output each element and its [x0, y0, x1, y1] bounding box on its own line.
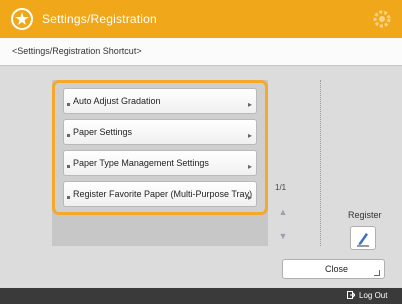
list-item-register-favorite-paper[interactable]: Register Favorite Paper (Multi-Purpose T…: [63, 181, 257, 207]
chevron-right-icon: ▸: [247, 193, 252, 202]
bullet-icon: [67, 134, 70, 137]
register-button[interactable]: [350, 226, 376, 250]
settings-registration-icon: [11, 8, 33, 30]
logout-icon: [347, 291, 355, 299]
list-item-label: Paper Type Management Settings: [73, 158, 209, 168]
status-bar: Log Out: [0, 288, 402, 304]
chevron-right-icon: ▸: [247, 162, 252, 171]
breadcrumb-bar: <Settings/Registration Shortcut>: [0, 38, 402, 66]
title-bar: Settings/Registration: [0, 0, 402, 38]
register-label: Register: [348, 210, 382, 220]
scroll-up-button[interactable]: ▲: [276, 204, 290, 220]
close-label: Close: [325, 264, 349, 274]
gear-icon[interactable]: [371, 8, 393, 30]
page-title: Settings/Registration: [42, 12, 157, 26]
scroll-down-button[interactable]: ▼: [276, 228, 290, 244]
corner-icon: [374, 270, 380, 276]
divider: [320, 80, 321, 246]
list-item-paper-settings[interactable]: Paper Settings ▸: [63, 119, 257, 145]
close-button[interactable]: Close: [282, 259, 385, 279]
breadcrumb: <Settings/Registration Shortcut>: [12, 46, 142, 56]
list-item-label: Auto Adjust Gradation: [73, 96, 161, 106]
logout-label: Log Out: [359, 291, 388, 300]
chevron-right-icon: ▸: [247, 131, 252, 140]
bullet-icon: [67, 196, 70, 199]
bullet-icon: [67, 103, 70, 106]
bullet-icon: [67, 165, 70, 168]
list-item-paper-type-management[interactable]: Paper Type Management Settings ▸: [63, 150, 257, 176]
pencil-icon: [357, 233, 369, 247]
list-item-auto-adjust-gradation[interactable]: Auto Adjust Gradation ▸: [63, 88, 257, 114]
list-item-label: Paper Settings: [73, 127, 133, 137]
page-indicator: 1/1: [275, 183, 287, 192]
logout-button[interactable]: Log Out: [347, 291, 387, 300]
list-item-label: Register Favorite Paper (Multi-Purpose T…: [73, 189, 253, 199]
chevron-right-icon: ▸: [247, 100, 252, 109]
